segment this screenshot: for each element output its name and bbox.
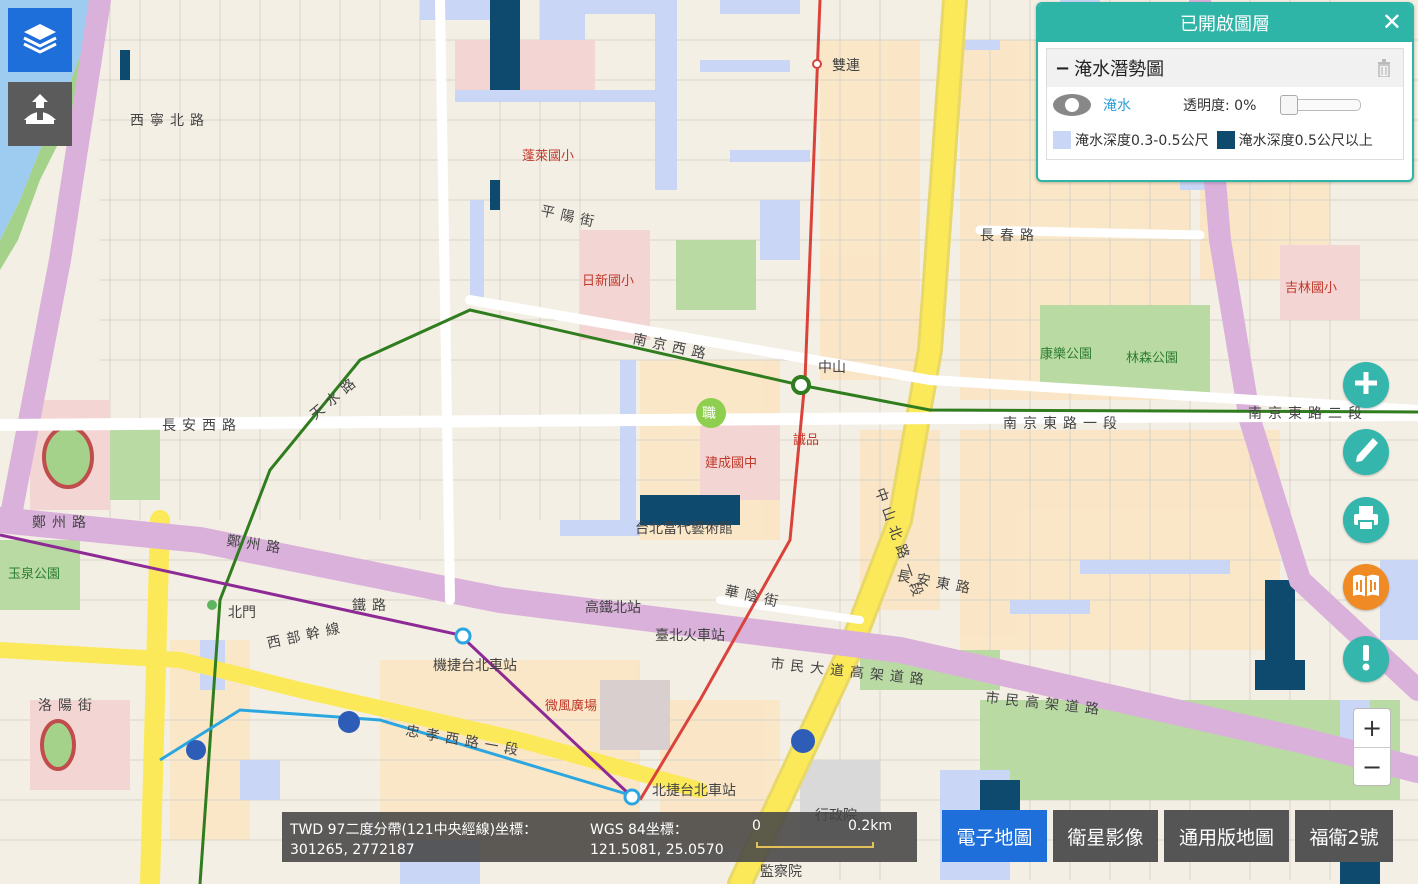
label-station-beimen[interactable]: 北門	[228, 605, 256, 621]
label-road-xining: 西寧北路	[130, 112, 210, 129]
label-station-airport-mrt[interactable]: 機捷台北車站	[433, 657, 517, 674]
scale-bar	[756, 842, 874, 848]
label-poi-jiancheng[interactable]: 建成國中	[705, 456, 757, 471]
pen-icon	[1351, 435, 1381, 469]
printer-icon	[1351, 503, 1381, 537]
coordinate-bar: TWD 97二度分帶(121中央經線)坐標： 301265, 2772187 W…	[282, 812, 917, 862]
label-road-railway: 鐵路	[352, 597, 392, 614]
wgs84-value: 121.5081, 25.0570	[590, 842, 724, 858]
label-station-shuanglian[interactable]: 雙連	[832, 58, 860, 74]
label-station-taipei-mrt[interactable]: 北捷台北車站	[652, 782, 736, 799]
label-park-kangle[interactable]: 康樂公園	[1040, 346, 1092, 362]
plus-icon	[1351, 368, 1381, 402]
legend-label-light: 淹水深度0.3-0.5公尺	[1075, 133, 1209, 149]
layer-panel-title: 已開啟圖層	[1180, 14, 1270, 35]
layers-button[interactable]	[8, 8, 72, 72]
zoom-control: + −	[1353, 708, 1391, 786]
label-badge-job: 職	[702, 406, 716, 422]
label-poi-moca[interactable]: 台北當代藝術館	[635, 520, 733, 537]
label-poi-rixin[interactable]: 日新國小	[582, 273, 634, 289]
legend: 淹水深度0.3-0.5公尺 淹水深度0.5公尺以上	[1047, 123, 1403, 157]
book-icon	[1350, 570, 1382, 604]
collapse-icon[interactable]: −	[1055, 58, 1070, 79]
legend-label-dark: 淹水深度0.5公尺以上	[1238, 133, 1373, 149]
landmark-button[interactable]	[8, 82, 72, 146]
label-road-zhengzhou: 鄭州路	[32, 515, 92, 531]
layer-item: − 淹水潛勢圖 淹水 透明度: 0% 淹水深度0.3-0.5公尺 淹水深度0.5…	[1046, 48, 1404, 160]
alert-icon	[1351, 642, 1381, 676]
label-station-zhongshan[interactable]: 中山	[818, 360, 846, 376]
twd97-label: TWD 97二度分帶(121中央經線)坐標：	[290, 822, 538, 838]
label-station-hsr[interactable]: 高鐵北站	[585, 599, 641, 616]
layer-name: 淹水	[1103, 98, 1131, 114]
label-road-nanjing-e1: 南京東路一段	[1003, 416, 1123, 432]
opacity-slider[interactable]	[1280, 95, 1361, 115]
basemap-satellite-button[interactable]: 衛星影像	[1053, 810, 1158, 862]
opacity-slider-handle[interactable]	[1280, 95, 1298, 115]
zoom-in-button[interactable]: +	[1354, 709, 1390, 748]
close-icon[interactable]: ✕	[1382, 8, 1402, 36]
label-poi-penglai[interactable]: 蓬萊國小	[522, 149, 574, 164]
basemap-emap-button[interactable]: 電子地圖	[942, 810, 1047, 862]
wgs84-coordinates: WGS 84坐標： 121.5081, 25.0570	[590, 820, 724, 860]
label-road-changchun: 長春路	[980, 228, 1040, 244]
label-poi-breeze[interactable]: 微風廣場	[545, 699, 597, 714]
legend-swatch-dark	[1216, 131, 1235, 149]
label-poi-jilin[interactable]: 吉林國小	[1285, 281, 1337, 296]
opacity-label: 透明度: 0%	[1183, 98, 1257, 114]
manual-button[interactable]	[1343, 564, 1389, 610]
opacity-row: 淹水 透明度: 0%	[1047, 87, 1403, 123]
draw-button[interactable]	[1343, 429, 1389, 475]
scale-end: 0.2km	[848, 818, 893, 834]
add-button[interactable]	[1343, 362, 1389, 408]
layers-icon	[20, 18, 60, 62]
wgs84-label: WGS 84坐標：	[590, 822, 688, 838]
twd97-value: 301265, 2772187	[290, 842, 415, 858]
twd97-coordinates: TWD 97二度分帶(121中央經線)坐標： 301265, 2772187	[290, 820, 537, 860]
label-road-nanjing-e2: 南京東路二段	[1248, 406, 1368, 422]
landmark-icon	[18, 90, 62, 138]
layer-title: 淹水潛勢圖	[1074, 59, 1165, 80]
layer-panel-header: 已開啟圖層 ✕	[1038, 4, 1412, 42]
label-poi-eslite[interactable]: 誠品	[793, 433, 819, 448]
label-park-yuquan[interactable]: 玉泉公園	[8, 566, 60, 582]
layer-title-row[interactable]: − 淹水潛勢圖	[1047, 49, 1403, 87]
label-poi-control-yuan[interactable]: 監察院	[760, 863, 802, 880]
report-button[interactable]	[1343, 636, 1389, 682]
label-road-changan-w: 長安西路	[162, 418, 242, 434]
basemap-general-button[interactable]: 通用版地圖	[1164, 810, 1289, 862]
layer-panel: 已開啟圖層 ✕ − 淹水潛勢圖 淹水 透明度: 0% 淹水深度0.3-0.5公尺…	[1036, 2, 1414, 182]
label-road-luoyang: 洛陽街	[38, 698, 98, 714]
label-park-linsen[interactable]: 林森公園	[1126, 351, 1178, 366]
label-station-taipei-rail[interactable]: 臺北火車站	[655, 627, 725, 644]
basemap-formosat2-button[interactable]: 福衛2號	[1295, 810, 1393, 862]
trash-icon[interactable]	[1377, 59, 1391, 82]
legend-swatch-light	[1053, 131, 1071, 149]
zoom-out-button[interactable]: −	[1354, 748, 1390, 786]
print-button[interactable]	[1343, 497, 1389, 543]
scale-start: 0	[752, 818, 761, 834]
eye-icon[interactable]	[1053, 94, 1091, 116]
